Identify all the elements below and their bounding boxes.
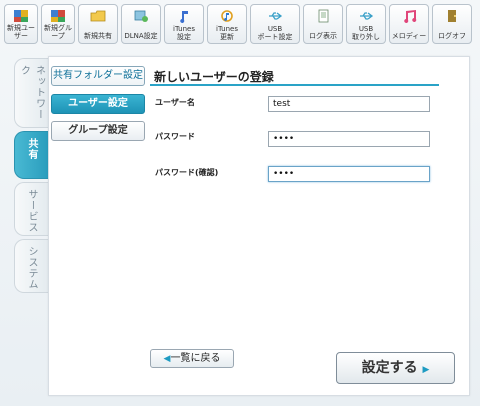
melody-icon	[404, 10, 417, 23]
usb-icon	[269, 12, 283, 20]
new-user-button[interactable]: 新規ユーザー	[4, 4, 38, 44]
media-server-icon	[134, 10, 148, 22]
new-group-button[interactable]: 新規グループ	[41, 4, 75, 44]
tab-service[interactable]: サービス	[14, 182, 48, 236]
toolbar: 新規ユーザー 新規グループ 新規共有 DLNA設定 iTunes 設定 iTun…	[4, 4, 476, 44]
toolbar-label: 新規共有	[84, 32, 112, 40]
toolbar-label: 新規グループ	[44, 24, 72, 40]
itunes-settings-button[interactable]: iTunes 設定	[164, 4, 204, 44]
save-button[interactable]: 設定する ▶	[336, 352, 455, 384]
toolbar-label: メロディー	[391, 32, 427, 40]
group-settings-button[interactable]: グループ設定	[51, 121, 145, 141]
folder-icon	[90, 10, 106, 22]
toolbar-label: iTunes 設定	[173, 25, 195, 41]
tab-label: 共有	[26, 138, 37, 160]
page-title: 新しいユーザーの登録	[154, 70, 274, 84]
logoff-button[interactable]: ログオフ	[432, 4, 472, 44]
back-label: 一覧に戻る	[170, 353, 221, 364]
document-icon	[318, 9, 329, 23]
toolbar-label: USB 取り外し	[352, 25, 380, 41]
back-to-list-button[interactable]: ◀一覧に戻る	[150, 349, 234, 368]
melody-button[interactable]: メロディー	[389, 4, 429, 44]
music-note-icon	[180, 11, 188, 23]
right-arrow-icon: ▶	[422, 365, 430, 375]
title-divider	[150, 84, 439, 86]
username-input[interactable]	[268, 96, 430, 112]
tab-system[interactable]: システム	[14, 239, 48, 293]
toolbar-label: 新規ユーザー	[7, 24, 35, 40]
password-label: パスワード	[155, 132, 195, 141]
save-label: 設定する	[361, 360, 418, 376]
shared-folder-settings-button[interactable]: 共有フォルダー設定	[51, 66, 145, 86]
user-settings-button[interactable]: ユーザー設定	[51, 94, 145, 114]
dlna-settings-button[interactable]: DLNA設定	[121, 4, 161, 44]
tab-label: ネットワーク	[18, 65, 45, 120]
toolbar-label: ログ表示	[309, 32, 337, 40]
tab-share[interactable]: 共有	[14, 131, 48, 179]
tab-network[interactable]: ネットワーク	[14, 58, 48, 128]
tab-label: サービス	[26, 189, 37, 233]
password-confirm-label: パスワード(確認)	[155, 168, 219, 177]
usb-port-settings-button[interactable]: USB ポート設定	[250, 4, 300, 44]
usb-remove-icon	[360, 12, 374, 20]
usb-remove-button[interactable]: USB 取り外し	[346, 4, 386, 44]
log-view-button[interactable]: ログ表示	[303, 4, 343, 44]
group-icon	[51, 10, 65, 22]
password-confirm-input[interactable]	[268, 166, 430, 182]
users-icon	[14, 10, 28, 22]
tab-label: システム	[26, 246, 37, 290]
username-label: ユーザー名	[155, 98, 195, 107]
itunes-update-button[interactable]: iTunes 更新	[207, 4, 247, 44]
refresh-music-icon	[221, 10, 233, 22]
new-share-button[interactable]: 新規共有	[78, 4, 118, 44]
toolbar-label: iTunes 更新	[216, 25, 238, 41]
toolbar-label: DLNA設定	[124, 32, 158, 40]
toolbar-label: USB ポート設定	[257, 25, 293, 41]
password-input[interactable]	[268, 131, 430, 147]
logoff-icon	[448, 10, 456, 22]
toolbar-label: ログオフ	[438, 32, 466, 40]
